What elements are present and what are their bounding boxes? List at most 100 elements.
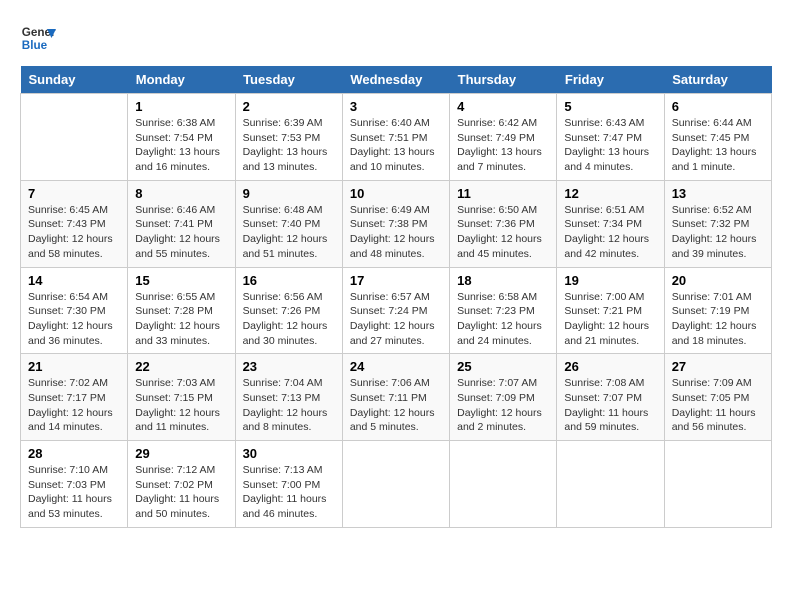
day-number: 12: [564, 186, 656, 201]
cell-line: Sunset: 7:49 PM: [457, 131, 549, 146]
calendar-cell: [557, 441, 664, 528]
cell-line: Daylight: 12 hours: [457, 232, 549, 247]
calendar-cell: 10Sunrise: 6:49 AMSunset: 7:38 PMDayligh…: [342, 180, 449, 267]
weekday-header-friday: Friday: [557, 66, 664, 94]
weekday-header-monday: Monday: [128, 66, 235, 94]
cell-line: Sunset: 7:40 PM: [243, 217, 335, 232]
cell-line: Sunrise: 7:13 AM: [243, 463, 335, 478]
cell-line: and 2 minutes.: [457, 420, 549, 435]
cell-line: Daylight: 12 hours: [457, 319, 549, 334]
calendar-cell: 9Sunrise: 6:48 AMSunset: 7:40 PMDaylight…: [235, 180, 342, 267]
calendar-cell: [21, 94, 128, 181]
cell-line: Sunset: 7:34 PM: [564, 217, 656, 232]
cell-line: and 55 minutes.: [135, 247, 227, 262]
cell-line: and 8 minutes.: [243, 420, 335, 435]
cell-line: Daylight: 11 hours: [564, 406, 656, 421]
calendar-cell: 4Sunrise: 6:42 AMSunset: 7:49 PMDaylight…: [450, 94, 557, 181]
calendar-cell: 8Sunrise: 6:46 AMSunset: 7:41 PMDaylight…: [128, 180, 235, 267]
day-number: 22: [135, 359, 227, 374]
cell-line: Sunset: 7:13 PM: [243, 391, 335, 406]
cell-line: Sunrise: 6:56 AM: [243, 290, 335, 305]
cell-line: and 27 minutes.: [350, 334, 442, 349]
cell-line: Daylight: 12 hours: [28, 232, 120, 247]
svg-text:Blue: Blue: [22, 39, 48, 52]
cell-line: Sunset: 7:15 PM: [135, 391, 227, 406]
calendar-cell: 1Sunrise: 6:38 AMSunset: 7:54 PMDaylight…: [128, 94, 235, 181]
cell-line: Sunset: 7:28 PM: [135, 304, 227, 319]
cell-line: Daylight: 13 hours: [672, 145, 764, 160]
cell-line: Daylight: 13 hours: [243, 145, 335, 160]
calendar-cell: 13Sunrise: 6:52 AMSunset: 7:32 PMDayligh…: [664, 180, 771, 267]
day-number: 24: [350, 359, 442, 374]
calendar-cell: 15Sunrise: 6:55 AMSunset: 7:28 PMDayligh…: [128, 267, 235, 354]
cell-line: and 21 minutes.: [564, 334, 656, 349]
cell-line: Daylight: 12 hours: [243, 319, 335, 334]
weekday-header-saturday: Saturday: [664, 66, 771, 94]
cell-line: Sunrise: 6:49 AM: [350, 203, 442, 218]
cell-line: Sunset: 7:02 PM: [135, 478, 227, 493]
cell-line: Sunrise: 6:55 AM: [135, 290, 227, 305]
cell-line: Daylight: 13 hours: [564, 145, 656, 160]
cell-line: Daylight: 13 hours: [350, 145, 442, 160]
page-header: General Blue: [20, 20, 772, 56]
cell-line: Daylight: 12 hours: [28, 319, 120, 334]
calendar-cell: 14Sunrise: 6:54 AMSunset: 7:30 PMDayligh…: [21, 267, 128, 354]
cell-line: Daylight: 13 hours: [135, 145, 227, 160]
calendar-cell: 5Sunrise: 6:43 AMSunset: 7:47 PMDaylight…: [557, 94, 664, 181]
cell-line: and 11 minutes.: [135, 420, 227, 435]
calendar-cell: 23Sunrise: 7:04 AMSunset: 7:13 PMDayligh…: [235, 354, 342, 441]
calendar-week-row: 14Sunrise: 6:54 AMSunset: 7:30 PMDayligh…: [21, 267, 772, 354]
day-number: 28: [28, 446, 120, 461]
day-number: 5: [564, 99, 656, 114]
cell-line: Sunset: 7:00 PM: [243, 478, 335, 493]
calendar-cell: 24Sunrise: 7:06 AMSunset: 7:11 PMDayligh…: [342, 354, 449, 441]
cell-line: Sunset: 7:05 PM: [672, 391, 764, 406]
calendar-cell: 30 Sunrise: 7:13 AMSunset: 7:00 PMDayligh…: [235, 441, 342, 528]
day-number: 10: [350, 186, 442, 201]
day-number: 2: [243, 99, 335, 114]
weekday-header-wednesday: Wednesday: [342, 66, 449, 94]
cell-line: and 5 minutes.: [350, 420, 442, 435]
day-number: 8: [135, 186, 227, 201]
calendar-cell: 19Sunrise: 7:00 AMSunset: 7:21 PMDayligh…: [557, 267, 664, 354]
cell-line: and 39 minutes.: [672, 247, 764, 262]
calendar-cell: 3Sunrise: 6:40 AMSunset: 7:51 PMDaylight…: [342, 94, 449, 181]
cell-line: Daylight: 12 hours: [350, 232, 442, 247]
calendar-cell: 17Sunrise: 6:57 AMSunset: 7:24 PMDayligh…: [342, 267, 449, 354]
cell-line: Sunrise: 6:40 AM: [350, 116, 442, 131]
calendar-table: SundayMondayTuesdayWednesdayThursdayFrid…: [20, 66, 772, 528]
calendar-cell: 18Sunrise: 6:58 AMSunset: 7:23 PMDayligh…: [450, 267, 557, 354]
cell-line: Sunrise: 7:12 AM: [135, 463, 227, 478]
day-number: 1: [135, 99, 227, 114]
cell-line: Sunrise: 6:50 AM: [457, 203, 549, 218]
cell-line: Daylight: 12 hours: [672, 319, 764, 334]
cell-line: Sunrise: 7:10 AM: [28, 463, 120, 478]
day-number: 25: [457, 359, 549, 374]
cell-line: Sunrise: 7:02 AM: [28, 376, 120, 391]
cell-line: Sunset: 7:24 PM: [350, 304, 442, 319]
day-number: 17: [350, 273, 442, 288]
calendar-cell: [450, 441, 557, 528]
day-number: 18: [457, 273, 549, 288]
cell-line: Sunset: 7:36 PM: [457, 217, 549, 232]
calendar-cell: 20Sunrise: 7:01 AMSunset: 7:19 PMDayligh…: [664, 267, 771, 354]
day-number: 30: [243, 446, 335, 461]
cell-line: and 14 minutes.: [28, 420, 120, 435]
day-number: 15: [135, 273, 227, 288]
day-number: 11: [457, 186, 549, 201]
cell-line: Sunset: 7:51 PM: [350, 131, 442, 146]
calendar-week-row: 28Sunrise: 7:10 AMSunset: 7:03 PMDayligh…: [21, 441, 772, 528]
cell-line: Sunrise: 6:52 AM: [672, 203, 764, 218]
cell-line: Sunrise: 6:48 AM: [243, 203, 335, 218]
cell-line: and 30 minutes.: [243, 334, 335, 349]
day-number: 4: [457, 99, 549, 114]
cell-line: and 33 minutes.: [135, 334, 227, 349]
cell-line: Daylight: 11 hours: [243, 492, 335, 507]
cell-line: and 51 minutes.: [243, 247, 335, 262]
calendar-cell: 12Sunrise: 6:51 AMSunset: 7:34 PMDayligh…: [557, 180, 664, 267]
cell-line: and 53 minutes.: [28, 507, 120, 522]
day-number: 7: [28, 186, 120, 201]
cell-line: Sunset: 7:17 PM: [28, 391, 120, 406]
cell-line: Daylight: 11 hours: [672, 406, 764, 421]
day-number: 19: [564, 273, 656, 288]
